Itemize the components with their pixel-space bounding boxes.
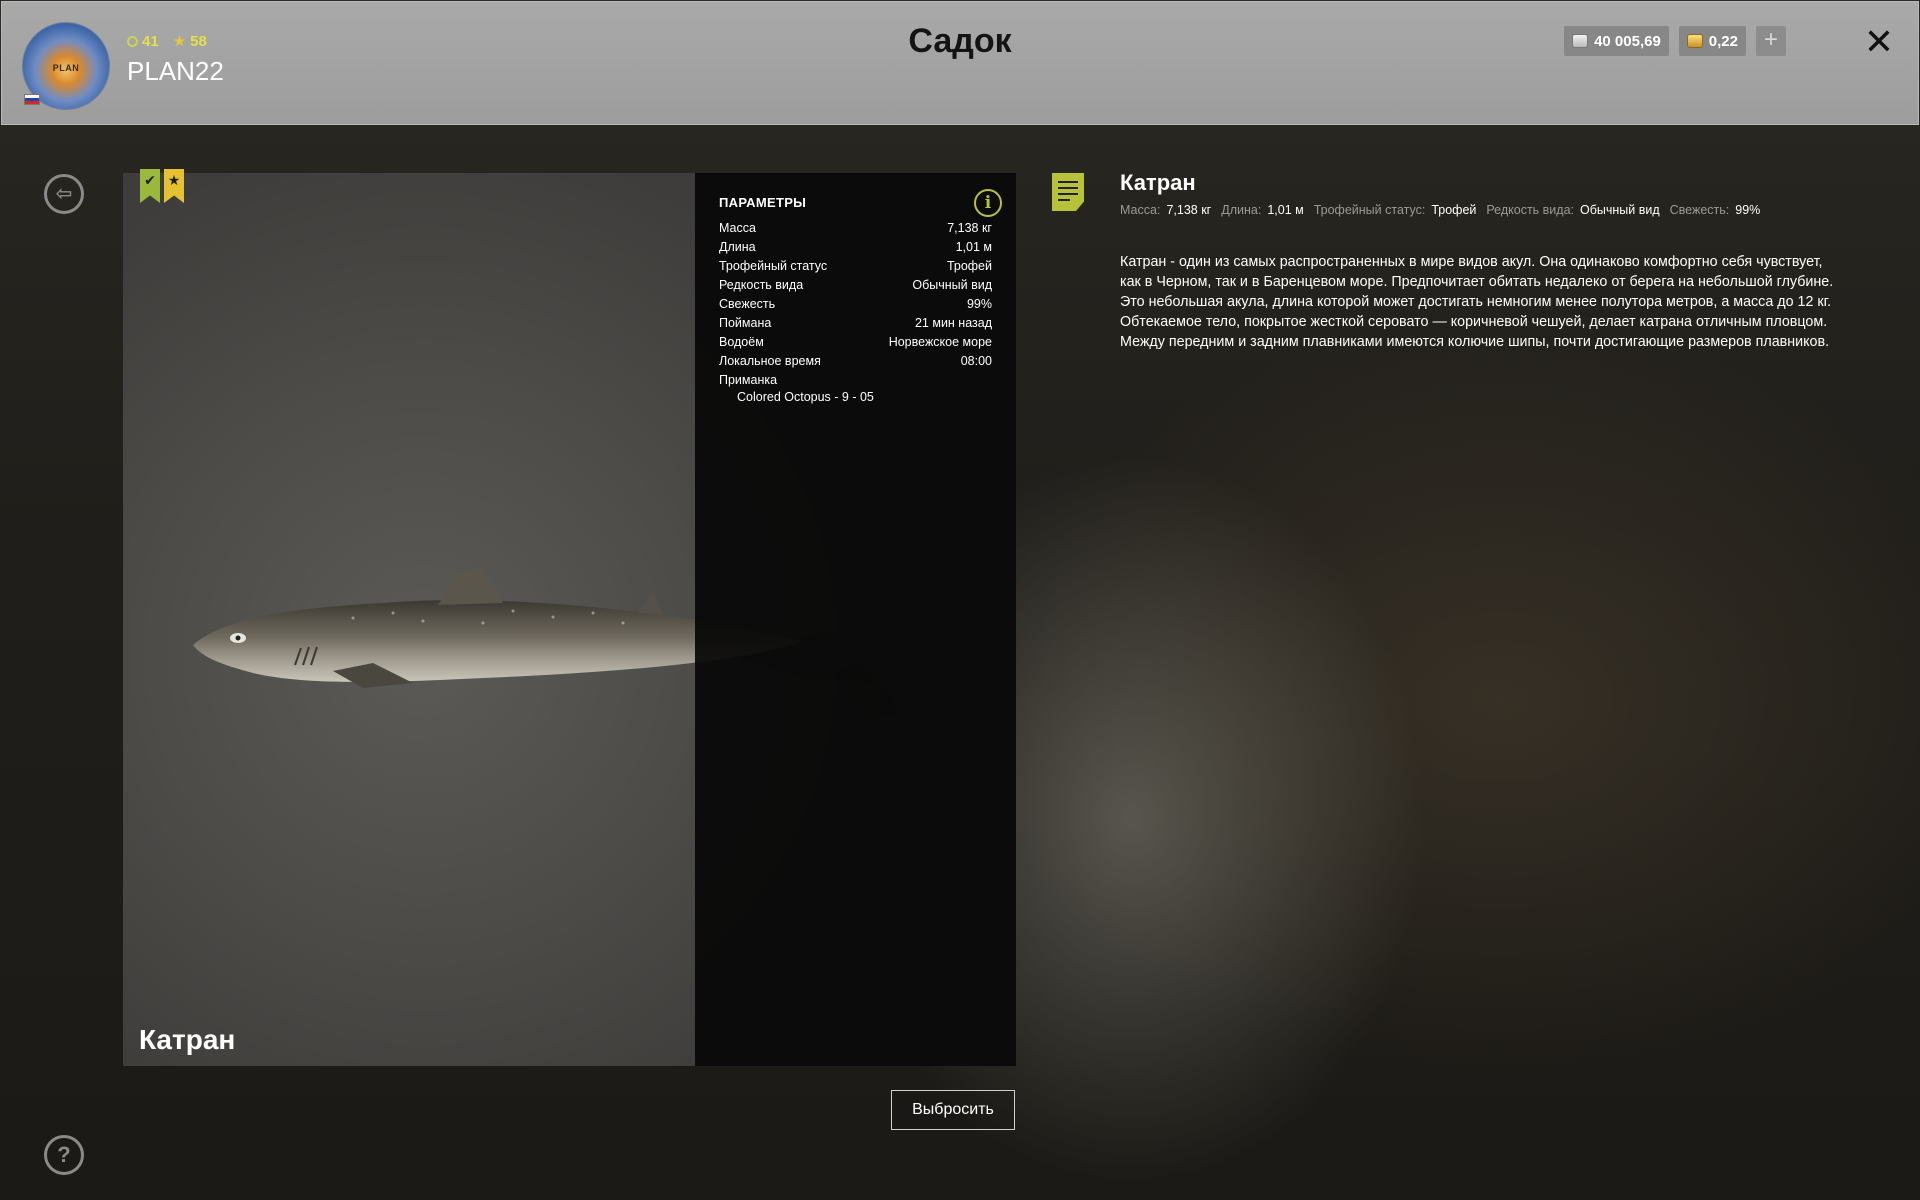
catch-check-badge-icon: ✔ [140,169,160,203]
param-label: Поймана [719,315,772,330]
rank-stat: ★ 58 [172,32,207,51]
param-value: 08:00 [960,353,992,368]
note-line [1058,199,1070,201]
meta-value: 7,138 кг [1166,203,1212,217]
meta-value: 1,01 м [1267,203,1304,217]
wallet: 40 005,69 0,22 + [1564,26,1786,56]
description-line: Между передним и задним плавниками имеют… [1120,334,1830,350]
meta-label: Свежесть: [1669,203,1730,217]
description-meta: Масса: 7,138 кг Длина: 1,01 м Трофейный … [1120,203,1764,217]
param-label: Трофейный статус [719,258,828,273]
param-label: Редкость вида [719,277,804,292]
description-line: Катран - один из самых распространенных … [1120,254,1823,270]
meta-label: Длина: [1221,203,1262,217]
param-value: 21 мин назад [914,315,992,330]
back-button[interactable]: ⇦ [44,174,84,214]
param-value: 1,01 м [955,239,992,254]
param-row-bait: Приманка [719,370,992,389]
param-row-trophy-status: Трофейный статус Трофей [719,256,992,275]
level-stat: 41 [127,33,159,50]
close-button[interactable]: ✕ [1864,24,1894,60]
param-row-freshness: Свежесть 99% [719,294,992,313]
note-line [1058,181,1078,183]
silver-balance-value: 40 005,69 [1594,32,1661,50]
meta-label: Редкость вида: [1486,203,1575,217]
meta-value: Обычный вид [1580,203,1660,217]
avatar-logo-text: PLAN [52,63,80,73]
param-value: Трофей [946,258,992,273]
trophy-star-badge-icon: ★ [164,169,184,203]
note-line [1058,187,1078,189]
fish-name-label: Катран [139,1024,236,1055]
discard-button[interactable]: Выбросить [891,1090,1015,1130]
rank-value: 58 [190,32,207,50]
param-label: Свежесть [719,296,776,311]
country-flag-icon [24,94,40,105]
param-label: Длина [719,239,756,254]
gold-balance-value: 0,22 [1708,32,1738,50]
silver-balance: 40 005,69 [1564,26,1669,56]
description-line: как в Черном, так и в Баренцевом море. П… [1120,274,1834,290]
level-icon [127,35,138,47]
param-row-caught: Поймана 21 мин назад [719,313,992,332]
question-icon: ? [57,1142,71,1167]
description-text: Катран - один из самых распространенных … [1120,252,1880,352]
param-label: Водоём [719,334,764,349]
add-currency-button[interactable]: + [1756,26,1786,56]
fish-card: ✔ ★ Катран ПАРАМЕТРЫ i Масса 7,138 кг Дл… [123,169,1016,1066]
note-icon [1052,173,1084,211]
fish-badges: ✔ ★ [140,169,184,203]
description-line: Обтекаемое тело, покрытое жесткой серова… [1120,314,1828,330]
help-button[interactable]: ? [44,1135,84,1175]
description-line: Это небольшая акула, длина которой может… [1120,294,1832,310]
meta-label: Трофейный статус: [1313,203,1426,217]
player-username: PLAN22 [127,56,224,86]
param-value: 99% [966,296,992,311]
param-label: Масса [719,220,756,235]
silver-coin-icon [1572,34,1589,48]
param-row-length: Длина 1,01 м [719,237,992,256]
bait-value: Colored Octopus - 9 - 05 [737,390,874,404]
parameters-title: ПАРАМЕТРЫ [719,195,807,210]
level-value: 41 [142,32,159,50]
meta-value: Трофей [1431,203,1477,217]
gold-balance: 0,22 [1678,26,1746,56]
meta-value: 99% [1735,203,1761,217]
back-arrow-icon: ⇦ [55,183,73,205]
param-row-mass: Масса 7,138 кг [719,218,992,237]
meta-label: Масса: [1120,203,1161,217]
description-title: Катран [1120,170,1196,195]
info-icon[interactable]: i [974,189,1002,217]
param-label: Локальное время [719,353,821,368]
player-stats: 41 ★ 58 [127,32,207,50]
param-value: 7,138 кг [947,220,992,235]
param-value: Обычный вид [912,277,992,292]
star-icon: ★ [172,33,187,50]
param-row-local-time: Локальное время 08:00 [719,351,992,370]
param-value: Норвежское море [888,334,992,349]
param-row-rarity: Редкость вида Обычный вид [719,275,992,294]
gold-coin-icon [1686,34,1703,48]
top-bar: PLAN 41 ★ 58 PLAN22 Садок 40 005,69 0,22… [1,1,1919,125]
param-label: Приманка [719,372,778,387]
note-line [1058,193,1078,195]
param-row-waterbody: Водоём Норвежское море [719,332,992,351]
parameters-panel: ПАРАМЕТРЫ i Масса 7,138 кг Длина 1,01 м … [695,173,1016,1066]
